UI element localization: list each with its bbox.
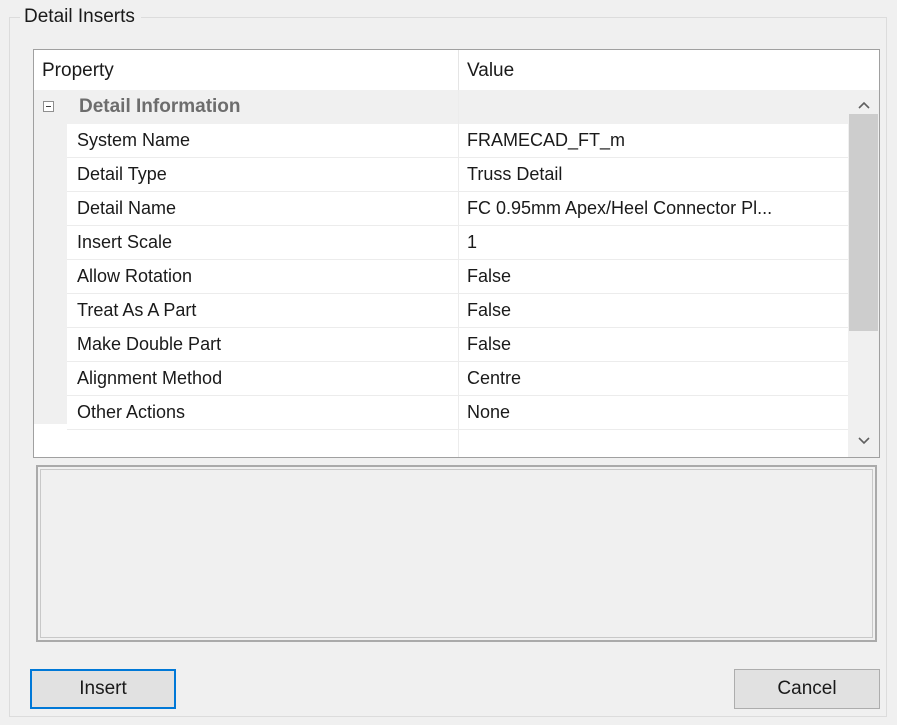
property-value[interactable]: FRAMECAD_FT_m — [467, 124, 842, 157]
header-value[interactable]: Value — [467, 50, 514, 90]
property-value[interactable]: None — [467, 396, 842, 429]
property-value[interactable]: Centre — [467, 362, 842, 395]
property-value[interactable]: 1 — [467, 226, 842, 259]
scrollbar-thumb[interactable] — [849, 114, 878, 331]
collapse-icon[interactable] — [43, 101, 54, 112]
insert-button[interactable]: Insert — [30, 669, 176, 709]
description-panel — [36, 465, 877, 642]
property-name: System Name — [77, 130, 191, 150]
property-value[interactable]: False — [467, 328, 842, 361]
property-grid[interactable]: Property Value Detail Information System… — [33, 49, 880, 458]
empty-row — [34, 430, 848, 457]
property-name: Treat As A Part — [77, 300, 197, 320]
property-value[interactable]: FC 0.95mm Apex/Heel Connector Pl... — [467, 192, 842, 225]
header-separator[interactable] — [458, 50, 459, 90]
grid-gutter — [34, 124, 67, 424]
property-name: Detail Name — [77, 198, 177, 218]
property-value[interactable]: False — [467, 260, 842, 293]
chevron-down-icon[interactable] — [848, 428, 879, 454]
description-area — [40, 469, 873, 638]
vertical-scrollbar[interactable] — [848, 90, 879, 457]
property-name: Other Actions — [77, 402, 186, 422]
column-separator — [458, 90, 459, 457]
cancel-button[interactable]: Cancel — [734, 669, 880, 709]
property-name: Make Double Part — [77, 334, 222, 354]
property-name: Insert Scale — [77, 232, 173, 252]
property-name: Alignment Method — [77, 368, 223, 388]
category-row-detail-information[interactable]: Detail Information — [34, 90, 848, 124]
property-value[interactable]: False — [467, 294, 842, 327]
grid-header: Property Value — [34, 50, 879, 91]
grid-rows: Detail Information System Name FRAMECAD_… — [34, 90, 848, 457]
property-name: Detail Type — [77, 164, 167, 184]
group-title: Detail Inserts — [20, 6, 141, 28]
header-property[interactable]: Property — [42, 50, 114, 90]
category-label: Detail Information — [79, 96, 241, 117]
property-name: Allow Rotation — [77, 266, 193, 286]
property-value[interactable]: Truss Detail — [467, 158, 842, 191]
